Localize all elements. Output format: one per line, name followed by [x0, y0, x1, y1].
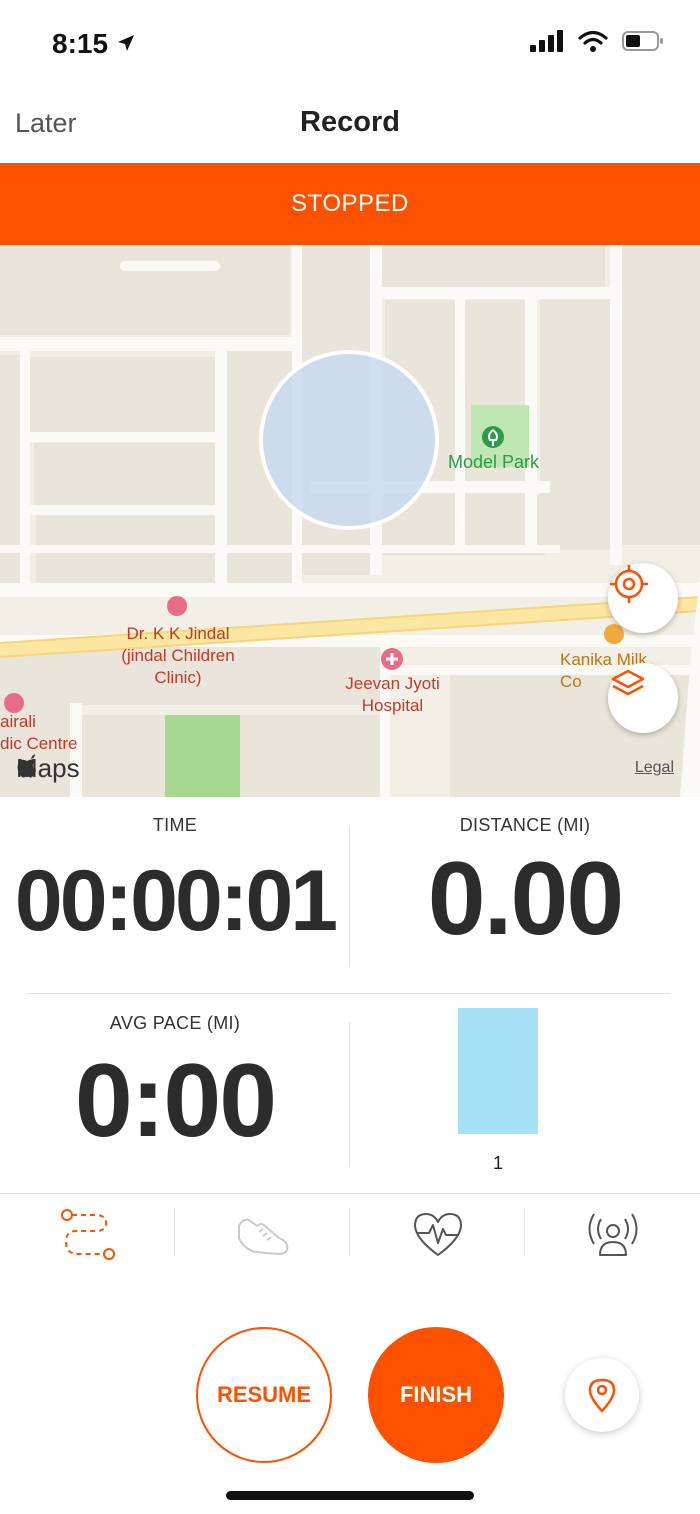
distance-stat: DISTANCE (MI) 0.00: [350, 797, 700, 959]
map-view[interactable]: Model Park Dr. K K Jindal (jindal Childr…: [0, 245, 700, 797]
map-label-model-park: Model Park: [447, 452, 540, 472]
map-label-airali: airali dic Centre: [0, 712, 78, 753]
wifi-icon: [578, 30, 608, 52]
home-indicator: [226, 1491, 474, 1500]
beacon-icon: [588, 1213, 637, 1256]
cellular-signal-icon: [530, 30, 563, 52]
nav-bar: Later Record: [0, 90, 700, 162]
split-chart: 1: [350, 997, 700, 1187]
avg-pace-stat: AVG PACE (MI) 0:00: [0, 997, 350, 1161]
status-time: 8:15: [52, 28, 109, 59]
avg-pace-label: AVG PACE (MI): [109, 1013, 241, 1033]
stats-divider-horizontal: [27, 993, 671, 994]
status-bar: 8:15: [0, 0, 700, 90]
status-banner-text: STOPPED: [291, 190, 409, 217]
recenter-button[interactable]: [608, 563, 678, 633]
heart-rate-icon: [413, 1213, 462, 1256]
distance-value: 0.00: [427, 841, 624, 957]
apple-logo-icon: [17, 754, 36, 778]
apple-maps-logo: Maps: [16, 753, 80, 784]
status-banner: STOPPED: [0, 163, 700, 245]
time-stat: TIME 00:00:01: [0, 797, 350, 951]
map-label-jeevan-jyoti: Jeevan Jyoti Hospital: [345, 674, 440, 715]
stats-panel: TIME 00:00:01 DISTANCE (MI) 0.00 AVG PAC…: [0, 797, 700, 1192]
tab-shoe[interactable]: [175, 1194, 350, 1274]
layers-icon: [611, 669, 645, 696]
distance-label: DISTANCE (MI): [459, 815, 591, 835]
map-label-kk-jindal: Dr. K K Jindal (jindal Children Clinic): [121, 624, 235, 687]
finish-button[interactable]: FINISH: [368, 1327, 504, 1463]
sensor-tabs: [0, 1193, 700, 1273]
tab-heart-rate[interactable]: [350, 1194, 525, 1274]
page-title: Record: [300, 106, 400, 138]
tab-beacon[interactable]: [525, 1194, 700, 1274]
location-arrow-icon: [118, 35, 134, 51]
location-pin-button[interactable]: [565, 1358, 639, 1432]
split-bar-label: 1: [492, 1153, 503, 1173]
split-bar: [458, 1008, 538, 1134]
location-pin-icon: [588, 1378, 616, 1413]
battery-icon: [622, 31, 663, 51]
tab-route[interactable]: [0, 1194, 175, 1274]
legal-link[interactable]: Legal: [635, 759, 674, 777]
avg-pace-value: 0:00: [74, 1043, 277, 1159]
time-value: 00:00:01: [14, 853, 338, 949]
map-layers-button[interactable]: [608, 663, 678, 733]
resume-button[interactable]: RESUME: [196, 1327, 332, 1463]
time-label: TIME: [152, 815, 198, 835]
route-icon: [60, 1209, 115, 1260]
status-icons: [530, 30, 664, 52]
crosshair-icon: [610, 565, 648, 603]
shoe-icon: [237, 1218, 288, 1255]
